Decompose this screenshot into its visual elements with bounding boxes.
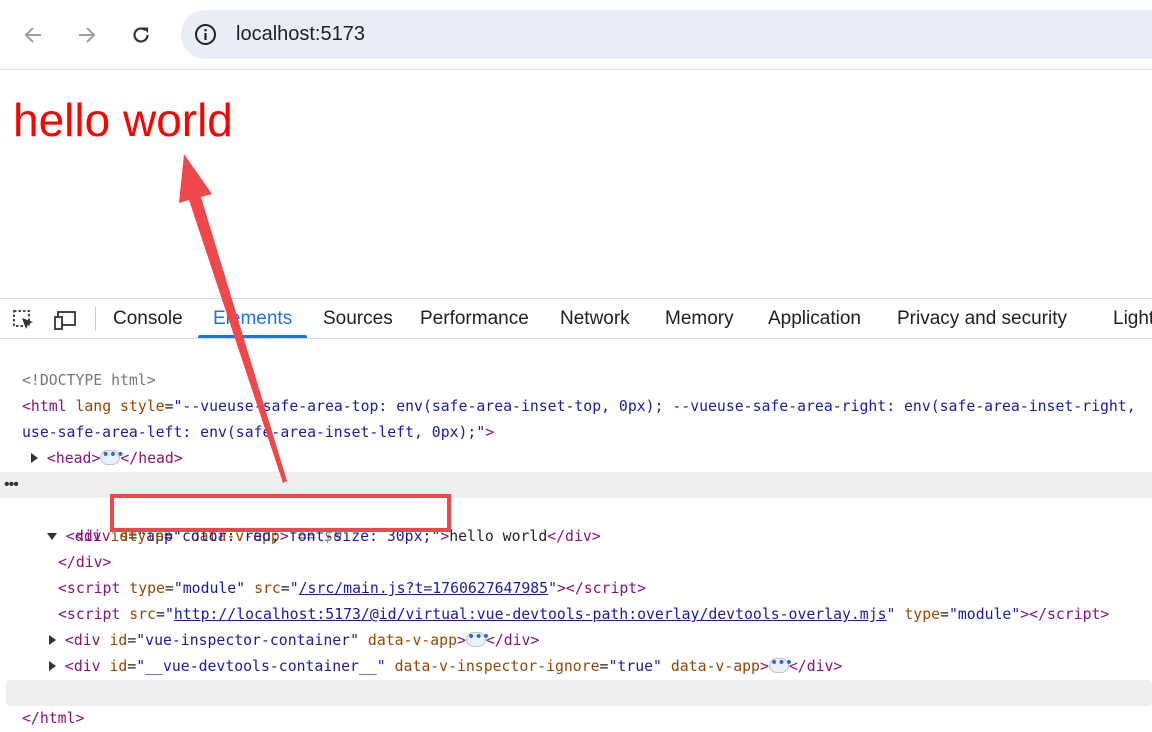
devtools-tab-bar: Console Elements Sources Performance Net…: [0, 298, 1152, 339]
tab-performance[interactable]: Performance: [420, 299, 529, 339]
dom-line-script-overlay[interactable]: <script src="http://localhost:5173/@id/v…: [0, 576, 1152, 623]
dom-line-inspector-container[interactable]: <div id="vue-inspector-container" data-v…: [0, 602, 1152, 649]
dom-line-html-close[interactable]: </html>: [6, 680, 1152, 727]
dom-line-head[interactable]: <head>•••</head>: [0, 420, 1152, 467]
dom-line-html-style-cont[interactable]: use-safe-area-left: env(safe-area-inset-…: [0, 394, 1152, 441]
tab-memory[interactable]: Memory: [665, 299, 734, 339]
inspect-element-icon: [13, 310, 33, 329]
back-button[interactable]: [16, 18, 50, 52]
tab-sources[interactable]: Sources: [323, 299, 393, 339]
dom-line-body-open[interactable]: <body>: [0, 446, 1152, 493]
dom-line-devtools-container[interactable]: <div id="__vue-devtools-container__" dat…: [0, 628, 1152, 675]
reload-icon: [133, 27, 149, 43]
dom-line-styled-div[interactable]: <div style="color: red; font-size: 30px;…: [0, 498, 1152, 545]
tab-application[interactable]: Application: [768, 299, 861, 339]
info-icon: [195, 24, 216, 45]
tab-network[interactable]: Network: [560, 299, 630, 339]
node-actions-icon[interactable]: •••: [4, 472, 19, 498]
tab-lighthouse[interactable]: Light: [1113, 299, 1152, 339]
dom-line-html-open[interactable]: <html lang style="--vueuse-safe-area-top…: [0, 368, 1152, 415]
address-bar[interactable]: localhost:5173: [181, 10, 1152, 59]
device-toolbar-button[interactable]: [54, 309, 78, 331]
dom-line-body-close[interactable]: </body>: [0, 654, 1152, 701]
dom-line-app-div-close[interactable]: </div>: [0, 524, 1152, 571]
tab-console[interactable]: Console: [113, 299, 183, 339]
dom-line-script-main[interactable]: <script type="module" src="/src/main.js?…: [0, 550, 1152, 597]
back-arrow-icon: [24, 27, 41, 43]
tab-privacy-and-security[interactable]: Privacy and security: [897, 299, 1067, 339]
inspect-element-button[interactable]: [12, 309, 36, 331]
active-tab-indicator: [198, 335, 307, 338]
site-info-button[interactable]: [193, 22, 218, 47]
url-text[interactable]: localhost:5173: [236, 22, 365, 47]
dom-line-doctype[interactable]: <!DOCTYPE html>: [0, 342, 1152, 389]
toolbar-divider: [95, 307, 96, 331]
forward-arrow-icon: [79, 27, 96, 43]
device-toolbar-icon: [54, 311, 76, 330]
browser-toolbar: localhost:5173: [0, 0, 1152, 70]
forward-button[interactable]: [70, 18, 104, 52]
tab-elements[interactable]: Elements: [213, 299, 292, 339]
hello-world-heading: hello world: [13, 94, 233, 146]
reload-button[interactable]: [124, 18, 158, 52]
dom-line-app-div[interactable]: ••• <div id="app" data-v-app> == $0: [0, 472, 1152, 545]
page-viewport: hello world: [0, 70, 1152, 298]
